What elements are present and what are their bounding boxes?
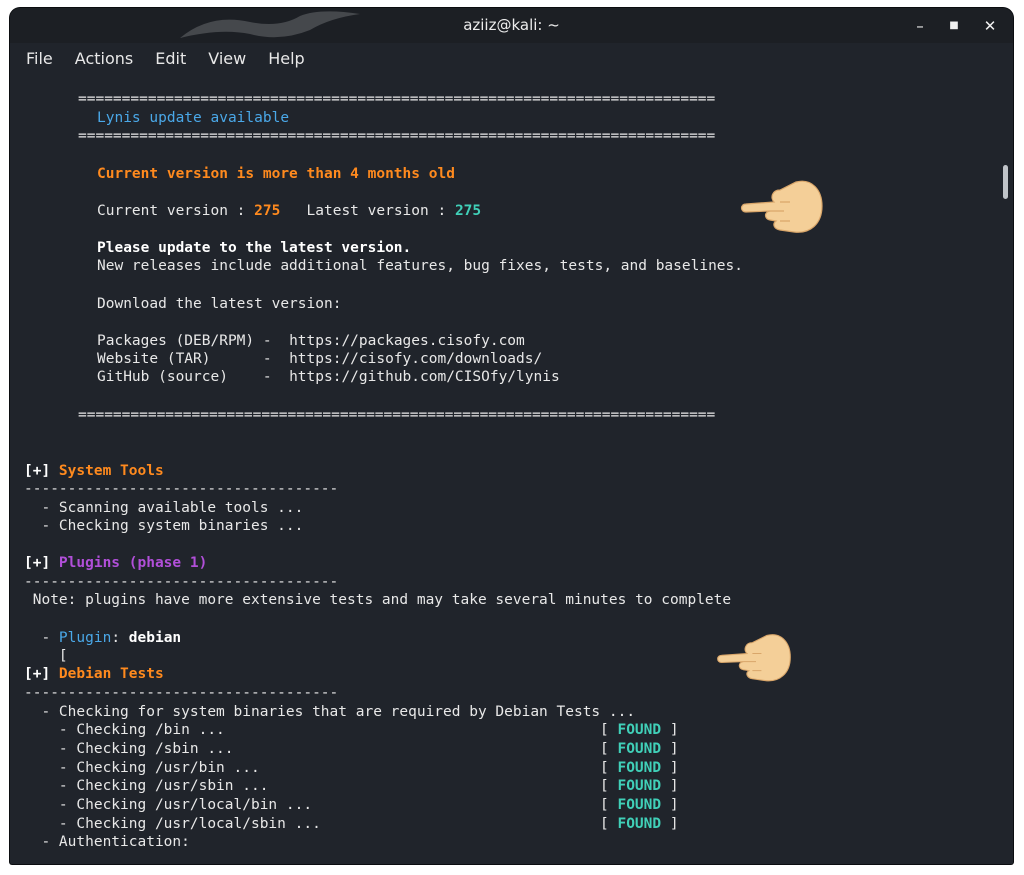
- bracket-open: [: [600, 741, 618, 757]
- section-system-tools: [+] System Tools: [24, 462, 164, 480]
- window-title: aziiz@kali: ~: [463, 16, 560, 34]
- menu-view[interactable]: View: [208, 49, 246, 68]
- bracket-open: [: [600, 816, 618, 832]
- dash-line: ------------------------------------: [24, 685, 339, 701]
- bracket-close: ]: [661, 778, 679, 794]
- vertical-scrollbar[interactable]: [998, 73, 1013, 864]
- menu-actions[interactable]: Actions: [75, 49, 133, 68]
- releases-note: New releases include additional features…: [97, 258, 744, 274]
- link-label: GitHub (source) -: [97, 369, 290, 385]
- menu-bar: File Actions Edit View Help: [10, 43, 1013, 73]
- current-version-label: Current version :: [97, 203, 255, 219]
- status-found: FOUND: [617, 797, 662, 813]
- plugins-note: Note: plugins have more extensive tests …: [24, 592, 732, 608]
- status-found: FOUND: [617, 816, 662, 832]
- check-status: [ FOUND ]: [600, 721, 679, 739]
- bracket-close: ]: [661, 797, 679, 813]
- bracket-open: [: [600, 722, 618, 738]
- plugin-name: debian: [128, 630, 182, 646]
- scrollbar-thumb[interactable]: [1003, 165, 1008, 199]
- age-warning: Current version is more than 4 months ol…: [97, 166, 455, 182]
- section-prefix: [+]: [24, 555, 59, 571]
- debian-intro: - Checking for system binaries that are …: [24, 704, 636, 720]
- menu-file[interactable]: File: [26, 49, 53, 68]
- link-url[interactable]: https://github.com/CISOfy/lynis: [289, 369, 560, 385]
- menu-edit[interactable]: Edit: [155, 49, 186, 68]
- terminal-output[interactable]: ========================================…: [10, 73, 998, 864]
- check-label: - Checking /usr/local/bin ...: [24, 797, 313, 813]
- check-status: [ FOUND ]: [600, 740, 679, 758]
- check-label: - Checking /usr/bin ...: [24, 760, 260, 776]
- section-prefix: [+]: [24, 666, 59, 682]
- status-found: FOUND: [617, 778, 662, 794]
- status-found: FOUND: [617, 741, 662, 757]
- terminal-window: aziiz@kali: ~ – ■ ✕ File Actions Edit Vi…: [10, 8, 1013, 864]
- section-title: Plugins (phase 1): [58, 555, 208, 571]
- check-status: [ FOUND ]: [600, 815, 679, 833]
- link-website: Website (TAR) - https://cisofy.com/downl…: [97, 350, 542, 368]
- check-label: - Checking /usr/local/sbin ...: [24, 816, 321, 832]
- plugin-line: - Plugin: debian: [24, 629, 181, 647]
- bracket-close: ]: [661, 722, 679, 738]
- pointing-hand-icon: [740, 180, 823, 233]
- link-label: Website (TAR) -: [97, 351, 290, 367]
- please-update: Please update to the latest version.: [97, 240, 412, 256]
- link-packages: Packages (DEB/RPM) - https://packages.ci…: [97, 332, 525, 350]
- dash-line: ------------------------------------: [24, 481, 339, 497]
- update-title: Lynis update available: [97, 110, 290, 126]
- check-label: - Checking /usr/sbin ...: [24, 778, 269, 794]
- menu-help[interactable]: Help: [268, 49, 304, 68]
- title-bar[interactable]: aziiz@kali: ~ – ■ ✕: [10, 8, 1013, 43]
- status-found: FOUND: [617, 760, 662, 776]
- auth-line: - Authentication:: [24, 834, 190, 850]
- latest-version-label: Latest version :: [280, 203, 455, 219]
- separator-mid: ========================================…: [78, 128, 716, 144]
- section-plugins: [+] Plugins (phase 1): [24, 554, 207, 572]
- current-version-value: 275: [254, 203, 281, 219]
- plugin-prefix: -: [24, 630, 59, 646]
- link-label: Packages (DEB/RPM) -: [97, 333, 290, 349]
- check-label: - Checking /bin ...: [24, 722, 225, 738]
- link-url[interactable]: https://cisofy.com/downloads/: [289, 351, 542, 367]
- section-title: Debian Tests: [58, 666, 164, 682]
- separator-top: ========================================…: [78, 91, 716, 107]
- bracket-close: ]: [661, 741, 679, 757]
- maximize-button[interactable]: ■: [942, 14, 966, 38]
- section-prefix: [+]: [24, 463, 59, 479]
- link-url[interactable]: https://packages.cisofy.com: [289, 333, 525, 349]
- plugin-bracket: [: [24, 648, 68, 664]
- latest-version-value: 275: [454, 203, 482, 219]
- bracket-open: [: [600, 778, 618, 794]
- list-item: - Scanning available tools ...: [24, 500, 304, 516]
- check-status: [ FOUND ]: [600, 796, 679, 814]
- dash-line: ------------------------------------: [24, 574, 339, 590]
- section-debian-tests: [+] Debian Tests: [24, 665, 164, 683]
- section-title: System Tools: [58, 463, 164, 479]
- close-button[interactable]: ✕: [978, 14, 1002, 38]
- check-label: - Checking /sbin ...: [24, 741, 234, 757]
- check-status: [ FOUND ]: [600, 759, 679, 777]
- bracket-open: [: [600, 760, 618, 776]
- list-item: - Checking system binaries ...: [24, 518, 304, 534]
- bracket-open: [: [600, 797, 618, 813]
- check-status: [ FOUND ]: [600, 777, 679, 795]
- bracket-close: ]: [661, 760, 679, 776]
- status-found: FOUND: [617, 722, 662, 738]
- plugin-sep: :: [111, 630, 129, 646]
- minimize-button[interactable]: –: [908, 14, 932, 38]
- plugin-label: Plugin: [58, 630, 112, 646]
- version-line: Current version : 275 Latest version : 2…: [97, 202, 481, 220]
- bracket-close: ]: [661, 816, 679, 832]
- pointing-hand-icon: [717, 634, 791, 682]
- separator-bottom: ========================================…: [78, 407, 716, 423]
- link-github: GitHub (source) - https://github.com/CIS…: [97, 368, 560, 386]
- download-heading: Download the latest version:: [97, 296, 342, 312]
